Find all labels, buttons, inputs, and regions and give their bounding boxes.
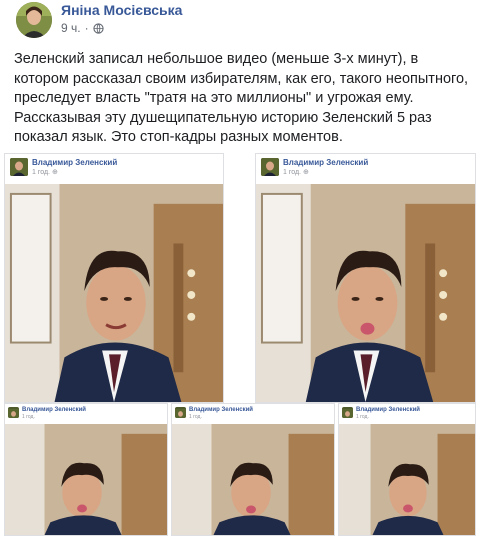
video-still-image	[172, 424, 334, 535]
frame-meta: 1 год. ⊕	[283, 168, 309, 177]
post-meta: 9 ч. ·	[61, 21, 104, 35]
video-frame[interactable]: Владимир Зеленский 1 год. ⊕	[4, 153, 224, 403]
frame-avatar[interactable]	[261, 158, 279, 176]
video-still-image	[5, 424, 167, 535]
frame-time: 1 год.	[283, 168, 302, 176]
author-name[interactable]: Яніна Мосієвська	[61, 2, 182, 18]
video-still	[256, 184, 475, 402]
frame-meta: 1 год.	[356, 414, 369, 420]
frame-time: 1 год.	[356, 414, 369, 420]
frame-time: 1 год.	[22, 414, 35, 420]
globe-icon	[92, 22, 104, 34]
post-text: Зеленский записал небольшое видео (меньш…	[14, 51, 469, 145]
video-still	[172, 424, 334, 535]
frame-header: Владимир Зеленский 1 год. ⊕	[256, 154, 475, 182]
frame-time: 1 год.	[32, 168, 51, 176]
video-still-image	[5, 184, 223, 402]
video-still-image	[339, 424, 475, 535]
frame-author-name[interactable]: Владимир Зеленский	[283, 158, 368, 167]
frame-meta: 1 год. ⊕	[32, 168, 58, 177]
frame-avatar[interactable]	[175, 407, 186, 418]
post-header: Яніна Мосієвська 9 ч. ·	[0, 0, 480, 40]
frame-time: 1 год.	[189, 414, 202, 420]
video-still-image	[256, 184, 475, 402]
frame-avatar[interactable]	[342, 407, 353, 418]
globe-icon: ⊕	[303, 169, 309, 176]
frame-meta: 1 год.	[22, 414, 35, 420]
video-frame[interactable]: Владимир Зеленский 1 год.	[171, 403, 335, 536]
globe-icon: ⊕	[52, 169, 58, 176]
video-frame[interactable]: Владимир Зеленский 1 год. ⊕	[255, 153, 476, 403]
post-time[interactable]: 9 ч.	[61, 21, 81, 35]
frame-header: Владимир Зеленский 1 год.	[5, 404, 167, 424]
frame-header: Владимир Зеленский 1 год. ⊕	[5, 154, 223, 182]
video-still	[5, 184, 223, 402]
video-still	[339, 424, 475, 535]
video-frame[interactable]: Владимир Зеленский 1 год.	[338, 403, 476, 536]
frame-avatar[interactable]	[8, 407, 19, 418]
frame-author-name[interactable]: Владимир Зеленский	[32, 158, 117, 167]
frame-avatar[interactable]	[10, 158, 28, 176]
author-avatar[interactable]	[16, 2, 52, 38]
video-frame[interactable]: Владимир Зеленский 1 год.	[4, 403, 168, 536]
video-still	[5, 424, 167, 535]
frame-header: Владимир Зеленский 1 год.	[339, 404, 475, 424]
frame-meta: 1 год.	[189, 414, 202, 420]
frame-author-name[interactable]: Владимир Зеленский	[22, 407, 86, 413]
frame-header: Владимир Зеленский 1 год.	[172, 404, 334, 424]
separator-dot: ·	[84, 21, 89, 35]
frame-author-name[interactable]: Владимир Зеленский	[356, 407, 420, 413]
frame-author-name[interactable]: Владимир Зеленский	[189, 407, 253, 413]
